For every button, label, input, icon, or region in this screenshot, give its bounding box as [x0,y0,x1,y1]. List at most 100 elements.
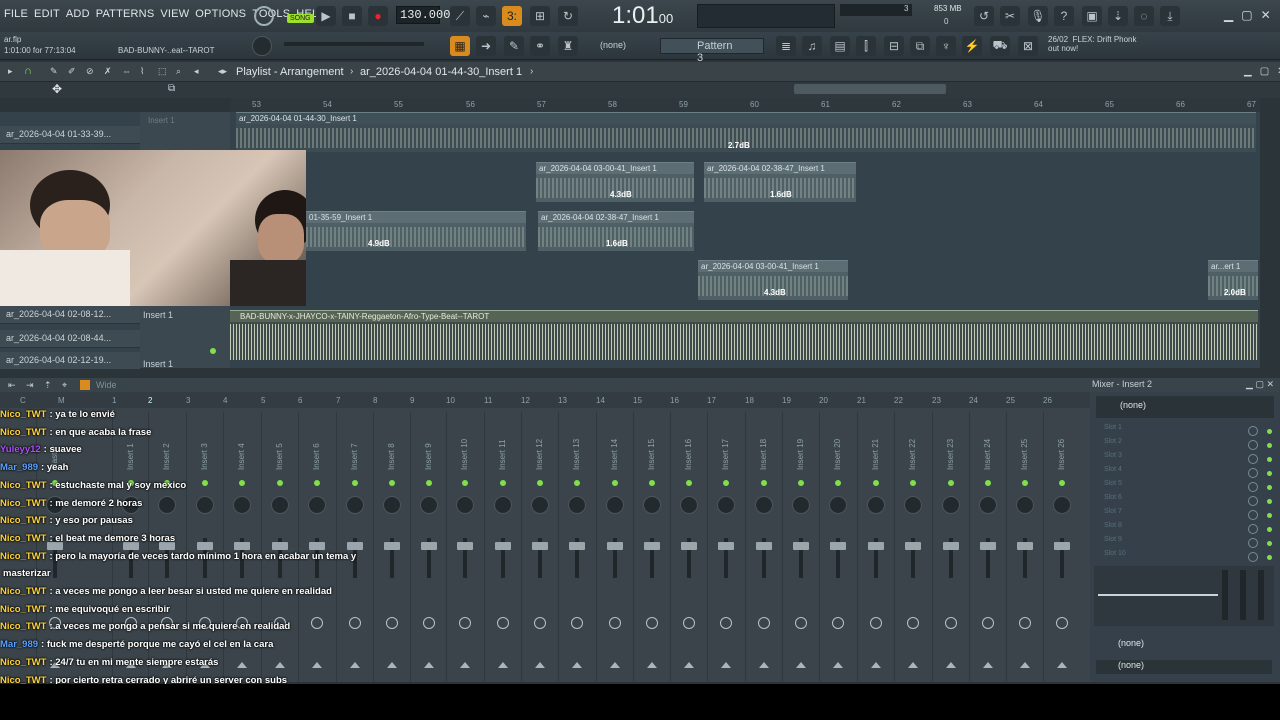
effect-slot[interactable]: Slot 9 [1090,536,1280,550]
strip-led[interactable] [873,480,879,486]
mixer-strip[interactable]: Insert 13 [558,412,594,682]
paint-icon[interactable]: ✐ [68,66,76,77]
send-arrow-icon[interactable] [871,662,881,668]
mixer-menu-icon[interactable]: ⇤ [8,380,16,391]
timeline-ruler[interactable]: 53 54 55 56 57 58 59 60 61 62 63 64 65 6… [230,98,1260,112]
send-arrow-icon[interactable] [908,662,918,668]
fader-cap[interactable] [644,542,660,550]
cart-icon[interactable]: ⊠ [1018,36,1038,56]
mixer-arrow-icon[interactable]: ⇥ [26,380,34,391]
chat-icon[interactable]: ◌ [1134,6,1154,26]
route-knob[interactable] [646,617,658,629]
strip-led[interactable] [835,480,841,486]
send-arrow-icon[interactable] [424,662,434,668]
playlist-breadcrumb[interactable]: ar_2026-04-04 01-44-30_Insert 1 [360,66,522,78]
piano-icon[interactable]: ♫ [802,36,822,56]
strip-led[interactable] [537,480,543,486]
effect-slot[interactable]: Slot 10 [1090,550,1280,564]
speaker-icon[interactable]: ◂ [194,66,199,77]
zoom-icon[interactable]: ⌕ [176,66,181,77]
strip-led[interactable] [649,480,655,486]
effect-slot[interactable]: Slot 4 [1090,466,1280,480]
strip-led[interactable] [1022,480,1028,486]
menu-edit[interactable]: EDIT [34,8,60,20]
send-arrow-icon[interactable] [833,662,843,668]
strip-led[interactable] [985,480,991,486]
mixer-strip[interactable]: Insert 19 [782,412,818,682]
browser-icon[interactable]: ⊟ [884,36,904,56]
pan-knob[interactable] [904,496,922,514]
strip-led[interactable] [462,480,468,486]
send-arrow-icon[interactable] [647,662,657,668]
tempo-display[interactable]: 130.000 [396,6,450,24]
mixer-strip[interactable]: Insert 16 [670,412,706,682]
mixer-icon[interactable]: ⫿ [856,36,876,56]
audio-clip[interactable]: ar_2026-04-04 02-38-47_Insert 1 1.6dB [538,211,694,251]
playlist-scrollbar[interactable] [794,84,946,94]
menu-patterns[interactable]: PATTERNS [96,8,155,20]
preset-selector[interactable]: (none) [1096,396,1274,418]
mixer-strip[interactable]: Insert 10 [446,412,482,682]
send-arrow-icon[interactable] [610,662,620,668]
mixer-strip[interactable]: Insert 15 [633,412,669,682]
collapse-icon[interactable]: ▸ [8,66,13,77]
plug-icon[interactable]: ⚡ [962,36,982,56]
pan-knob[interactable] [643,496,661,514]
route-knob[interactable] [534,617,546,629]
magnet-icon[interactable]: ∩ [24,65,32,77]
plugin-icon[interactable]: ⧉ [910,36,930,56]
fader-cap[interactable] [868,542,884,550]
pan-knob[interactable] [1053,496,1071,514]
pattern-song-toggle-icon[interactable] [254,6,274,26]
mic-icon[interactable]: 🎙 [1028,6,1048,26]
master-pitch-slider[interactable] [284,42,424,46]
audio-clip[interactable]: ar_2026-04-04 01-44-30_Insert 1 2.7dB [236,112,1256,152]
fader-cap[interactable] [532,542,548,550]
fader-cap[interactable] [980,542,996,550]
main-beat-clip[interactable]: BAD-BUNNY-x-JHAYCO-x-TAINY-Reggaeton-Afr… [230,310,1258,360]
playlist-minimize-icon[interactable]: ▁ [1244,66,1252,77]
route-knob[interactable] [870,617,882,629]
audio-clip[interactable]: ar_2026-04-04 02-38-47_Insert 1 1.6dB [704,162,856,202]
route-knob[interactable] [1056,617,1068,629]
effect-slot[interactable]: Slot 1 [1090,424,1280,438]
fader-cap[interactable] [756,542,772,550]
track-header[interactable]: ar_2026-04-04 02-08-44... [0,330,140,348]
fader-cap[interactable] [793,542,809,550]
fader-cap[interactable] [1054,542,1070,550]
playlist-maximize-icon[interactable]: ▢ [1260,66,1269,77]
route-knob[interactable] [832,617,844,629]
undo-icon[interactable]: ↺ [974,6,994,26]
slip-icon[interactable]: ⇔ [122,66,131,76]
send-arrow-icon[interactable] [460,662,470,668]
mixer-strip[interactable]: Insert 25 [1006,412,1042,682]
strip-led[interactable] [426,480,432,486]
mixer-pin-icon[interactable]: ⌖ [62,380,67,391]
close-icon[interactable]: ✕ [1261,8,1271,22]
route-knob[interactable] [423,617,435,629]
overview-icon[interactable]: ⧉ [168,83,175,94]
effect-slot[interactable]: Slot 6 [1090,494,1280,508]
send-arrow-icon[interactable] [946,662,956,668]
output-select-1[interactable]: (none) [1096,638,1274,652]
mixer-strip[interactable]: Insert 20 [819,412,855,682]
menu-add[interactable]: ADD [66,8,90,20]
strip-led[interactable] [1059,480,1065,486]
send-arrow-icon[interactable] [572,662,582,668]
loop-record-icon[interactable]: ↻ [558,6,578,26]
pan-knob[interactable] [792,496,810,514]
pan-knob[interactable] [755,496,773,514]
track-header[interactable]: ar_2026-04-04 02-12-19... [0,352,140,370]
mixer-strip[interactable]: Insert 26 [1043,412,1079,682]
mixer-up-icon[interactable]: ⇡ [44,380,52,391]
mixer-strip[interactable]: Insert 22 [894,412,930,682]
effect-slot[interactable]: Slot 5 [1090,480,1280,494]
countdown-icon[interactable]: 3: [502,6,522,26]
strip-led[interactable] [948,480,954,486]
delete-icon[interactable]: ⊘ [86,66,94,77]
pan-knob[interactable] [606,496,624,514]
tools-icon[interactable]: ✂ [1000,6,1020,26]
pan-knob[interactable] [1016,496,1034,514]
fader-cap[interactable] [718,542,734,550]
send-arrow-icon[interactable] [796,662,806,668]
